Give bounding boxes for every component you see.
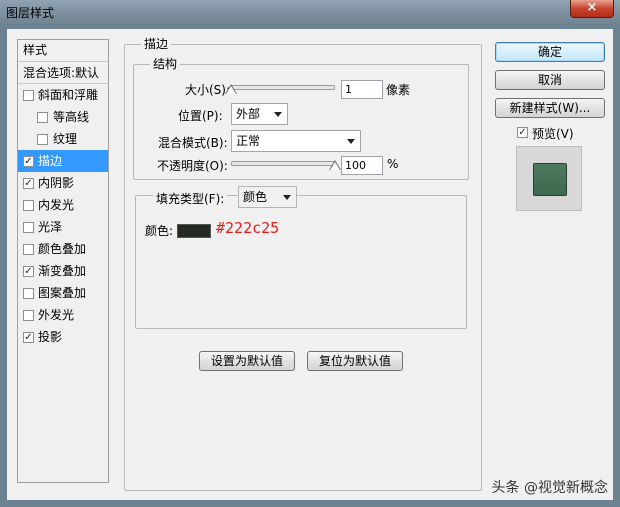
style-item-checkbox[interactable] (23, 200, 34, 211)
preview-swatch (533, 163, 567, 196)
style-item[interactable]: 外发光 (18, 304, 108, 326)
style-item-label: 图案叠加 (38, 286, 87, 300)
style-item-checkbox[interactable] (23, 288, 34, 299)
style-item-label: 光泽 (38, 220, 63, 234)
style-item[interactable]: 颜色叠加 (18, 238, 108, 260)
dialog-body: 样式 混合选项:默认 斜面和浮雕等高线纹理 ✓ 描边 ✓ 内阴影内发光光泽颜色叠加 ✓ 渐变… (7, 29, 613, 500)
style-item-label: 投影 (38, 330, 63, 344)
fill-type-value: 颜色 (243, 190, 268, 204)
style-item-label: 等高线 (53, 110, 90, 124)
style-item-label: 斜面和浮雕 (38, 88, 99, 102)
style-item-label: 颜色叠加 (38, 242, 87, 256)
set-default-button[interactable]: 设置为默认值 (199, 351, 295, 371)
style-item-checkbox[interactable]: ✓ (23, 266, 34, 277)
style-items: 斜面和浮雕等高线纹理 ✓ 描边 ✓ 内阴影内发光光泽颜色叠加 ✓ 渐变叠加图案叠加外发光 ✓ 投… (18, 84, 108, 348)
title-bar: 图层样式 × (0, 0, 620, 24)
color-label: 颜色: (145, 224, 174, 238)
blend-options-item[interactable]: 混合选项:默认 (18, 62, 108, 84)
color-swatch[interactable] (177, 224, 211, 238)
window-title: 图层样式 (6, 6, 55, 20)
preview-thumbnail (516, 146, 582, 211)
style-item-checkbox[interactable]: ✓ (23, 156, 34, 167)
style-item[interactable]: ✓ 渐变叠加 (18, 260, 108, 282)
style-item[interactable]: 斜面和浮雕 (18, 84, 108, 106)
style-item[interactable]: 图案叠加 (18, 282, 108, 304)
style-item[interactable]: 纹理 (18, 128, 108, 150)
style-item[interactable]: ✓ 内阴影 (18, 172, 108, 194)
style-list-header[interactable]: 样式 (18, 40, 108, 62)
size-label: 大小(S): (185, 83, 231, 97)
fill-type-label: 填充类型(F): (153, 190, 228, 207)
preview-checkbox[interactable]: ✓ (517, 127, 528, 138)
style-item-checkbox[interactable]: ✓ (23, 178, 34, 189)
style-item[interactable]: ✓ 投影 (18, 326, 108, 348)
opacity-input[interactable]: 100 (341, 156, 383, 175)
watermark: 头条 @视觉新概念 (491, 480, 608, 496)
blend-mode-dropdown[interactable]: 正常 (231, 130, 361, 152)
ok-button[interactable]: 确定 (495, 42, 605, 62)
new-style-button[interactable]: 新建样式(W)... (495, 98, 605, 118)
style-item-checkbox[interactable] (23, 90, 34, 101)
position-dropdown[interactable]: 外部 (231, 103, 288, 125)
style-item-label: 内阴影 (38, 176, 75, 190)
style-item[interactable]: ✓ 描边 (18, 150, 108, 172)
chevron-down-icon (274, 112, 282, 117)
style-item[interactable]: 光泽 (18, 216, 108, 238)
blend-mode-value: 正常 (236, 134, 261, 148)
cancel-button[interactable]: 取消 (495, 70, 605, 90)
style-item-label: 纹理 (53, 132, 78, 146)
opacity-unit: % (387, 157, 399, 171)
style-item-checkbox[interactable] (23, 222, 34, 233)
close-icon: × (586, 0, 598, 15)
style-item-label: 渐变叠加 (38, 264, 87, 278)
style-item-checkbox[interactable]: ✓ (23, 332, 34, 343)
style-item-checkbox[interactable] (37, 112, 48, 123)
opacity-slider-thumb[interactable] (330, 162, 340, 170)
position-value: 外部 (236, 107, 261, 121)
size-unit: 像素 (386, 83, 411, 97)
position-label: 位置(P): (178, 109, 223, 123)
chevron-down-icon (347, 139, 355, 144)
style-item[interactable]: 内发光 (18, 194, 108, 216)
opacity-label: 不透明度(O): (157, 159, 228, 173)
preview-label: 预览(V) (532, 127, 574, 141)
style-item[interactable]: 等高线 (18, 106, 108, 128)
style-item-checkbox[interactable] (37, 134, 48, 145)
size-slider[interactable] (231, 85, 335, 90)
opacity-slider[interactable] (231, 161, 335, 166)
style-item-label: 描边 (38, 154, 63, 168)
style-item-checkbox[interactable] (23, 310, 34, 321)
style-item-label: 内发光 (38, 198, 75, 212)
reset-default-button[interactable]: 复位为默认值 (307, 351, 403, 371)
size-input[interactable]: 1 (341, 80, 383, 99)
chevron-down-icon (283, 195, 291, 200)
stroke-title: 描边 (141, 37, 172, 51)
fill-group: 填充类型(F): 颜色 颜色: #222c25 (135, 186, 467, 329)
style-item-checkbox[interactable] (23, 244, 34, 255)
style-list: 样式 混合选项:默认 斜面和浮雕等高线纹理 ✓ 描边 ✓ 内阴影内发光光泽颜色叠加 ✓ 渐变… (17, 39, 109, 483)
structure-group: 结构 大小(S): 1 像素 位置(P): 外部 混合模式(B): 正常 不透明… (133, 57, 469, 180)
stroke-group: 描边 结构 大小(S): 1 像素 位置(P): 外部 混合模式(B): 正常 … (124, 37, 482, 491)
blend-mode-label: 混合模式(B): (158, 136, 228, 150)
structure-title: 结构 (150, 57, 181, 71)
fill-type-dropdown[interactable]: 颜色 (238, 186, 297, 208)
close-button[interactable]: × (570, 0, 614, 18)
style-item-label: 外发光 (38, 308, 75, 322)
size-slider-thumb[interactable] (226, 86, 236, 94)
color-hex-annotation: #222c25 (216, 219, 280, 237)
